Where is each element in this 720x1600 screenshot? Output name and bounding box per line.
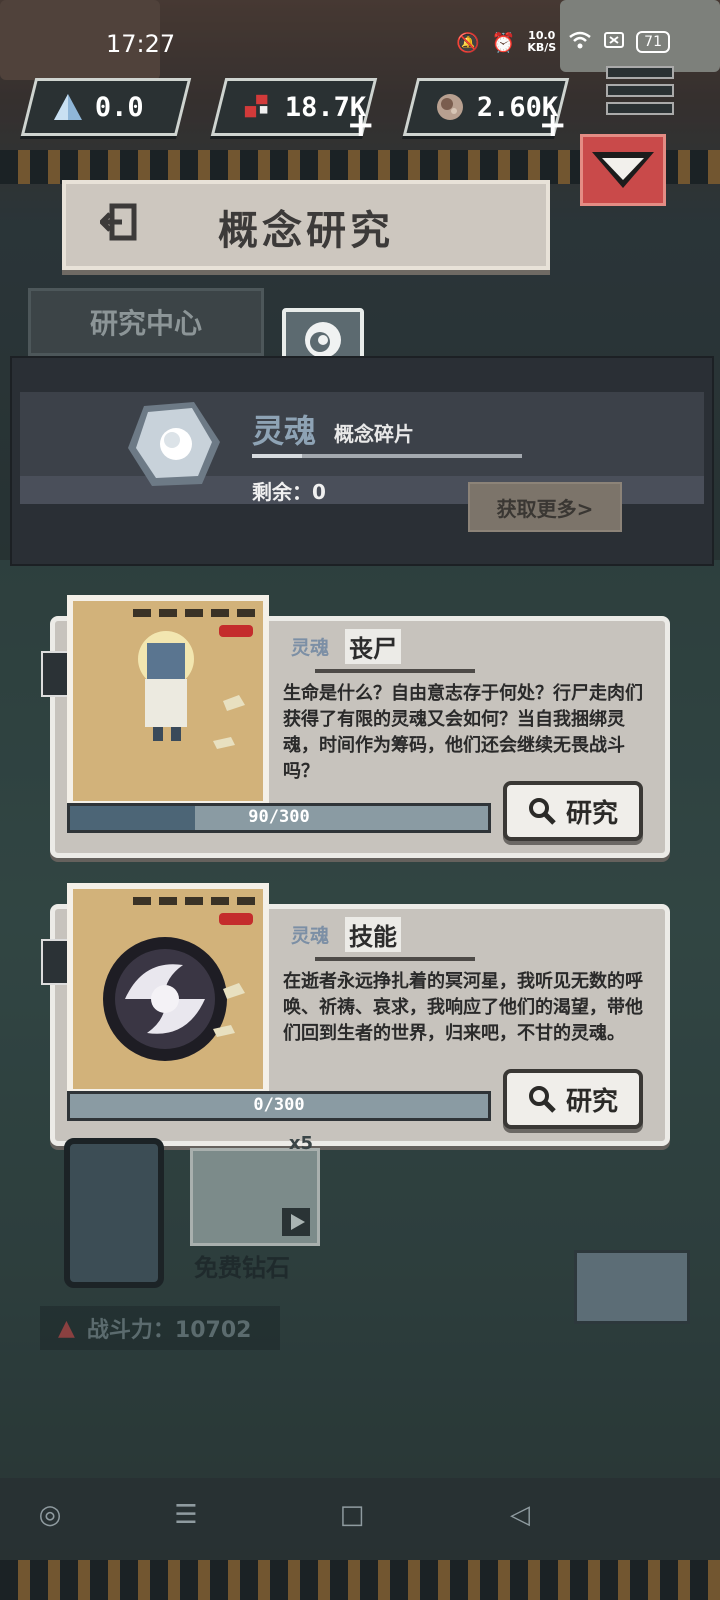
combat-power-label: 战斗力：10702 — [86, 1318, 252, 1343]
soul-crystal-icon — [124, 398, 224, 490]
item-name: 灵魂 — [252, 412, 317, 450]
zombie-figure-icon — [138, 631, 245, 749]
network-speed: 10.0 KB/S — [527, 30, 556, 54]
add-gems-button[interactable]: + — [346, 105, 375, 145]
remaining-count: 剩余：0 — [252, 480, 326, 504]
sim-icon — [604, 31, 625, 53]
menu-line — [606, 102, 674, 115]
status-time: 17:27 — [106, 30, 176, 58]
research-button-label: 研究 — [565, 798, 618, 829]
menu-button[interactable] — [606, 66, 674, 120]
card-description: 在逝者永远挣扎着的冥河星，我听见无数的呼唤、祈祷、哀求，我响应了他们的渴望，带他… — [283, 971, 643, 1044]
resource-pyramid[interactable]: 0.0 — [20, 78, 192, 136]
assistant-button[interactable]: ◎ — [30, 1500, 70, 1540]
menu-line — [606, 84, 674, 97]
resource-value: 0.0 — [95, 91, 144, 123]
pyramid-icon — [53, 92, 83, 122]
progress-label: 0/300 — [253, 1095, 305, 1115]
play-icon — [282, 1208, 310, 1236]
card-title: 技能 — [345, 917, 401, 952]
research-button[interactable]: 研究 — [503, 1069, 643, 1129]
magnifier-icon — [528, 798, 556, 825]
soul-swirl-icon — [305, 322, 341, 358]
back-nav-button[interactable]: ◁ — [500, 1500, 540, 1540]
research-card: 灵魂 丧尸 生命是什么？自由意志存于何处？行尸走肉们获得了有限的灵魂又会如何？当… — [41, 595, 670, 858]
zombie-portrait — [67, 595, 269, 807]
chevron-down-icon — [592, 152, 654, 188]
item-underline — [302, 454, 522, 458]
get-more-button[interactable]: 获取更多> — [468, 482, 622, 532]
wifi-icon — [568, 31, 592, 54]
tab-research-center[interactable]: 研究中心 — [28, 288, 264, 356]
progress-label: 90/300 — [248, 807, 310, 827]
research-button-label: 研究 — [565, 1086, 618, 1117]
status-icons: 🔕 ⏰ 10.0 KB/S 71 — [456, 30, 670, 54]
card-type: 灵魂 — [291, 637, 330, 659]
soul-vortex-icon — [103, 937, 245, 1061]
research-progress-bar: 0/300 — [67, 1091, 491, 1121]
card-title-underline — [315, 669, 475, 673]
map-icon — [574, 1250, 690, 1324]
research-progress-bar: 90/300 — [67, 803, 491, 833]
page-title: 概念研究 — [218, 208, 394, 254]
item-subtitle: 概念碎片 — [334, 422, 414, 446]
combat-power: ▲ 战斗力：10702 — [40, 1306, 280, 1350]
mute-icon: 🔕 — [455, 31, 480, 54]
home-button[interactable]: □ — [332, 1500, 372, 1540]
free-diamond-label: 免费钻石 — [194, 1254, 290, 1282]
recents-button[interactable]: ☰ — [166, 1500, 206, 1540]
video-ad-card: x5 — [190, 1133, 320, 1246]
card-type: 灵魂 — [291, 925, 330, 947]
system-nav-bar: ◎ ☰ □ ◁ — [0, 1478, 720, 1560]
card-title-underline — [315, 957, 475, 961]
skill-portrait — [67, 883, 269, 1095]
phone-icon — [64, 1138, 164, 1288]
resource-ore[interactable]: 2.60K + — [402, 78, 570, 145]
research-button[interactable]: 研究 — [503, 781, 643, 841]
add-ore-button[interactable]: + — [538, 105, 567, 145]
resource-gems[interactable]: 18.7K + — [210, 78, 378, 145]
battery-indicator: 71 — [636, 31, 670, 53]
card-description: 生命是什么？自由意志存于何处？行尸走肉们获得了有限的灵魂又会如何？当自我捆绑灵魂… — [283, 683, 643, 782]
card-title: 丧尸 — [345, 629, 401, 664]
video-badge: x5 — [288, 1133, 313, 1154]
alarm-icon: ⏰ — [491, 31, 516, 54]
title-plate: 概念研究 — [62, 180, 550, 270]
concept-fragment-panel: 灵魂 概念碎片 剩余：0 获取更多> — [10, 356, 714, 566]
menu-line — [606, 66, 674, 79]
collapse-button[interactable] — [580, 134, 666, 206]
research-card: 灵魂 技能 在逝者永远挣扎着的冥河星，我听见无数的呼唤、祈祷、哀求，我响应了他们… — [41, 883, 670, 1146]
gem-cluster-icon — [243, 92, 273, 122]
magnifier-icon — [528, 1086, 556, 1113]
ore-icon — [435, 92, 465, 122]
alert-icon: ▲ — [58, 1315, 75, 1341]
net-speed-unit: KB/S — [527, 41, 557, 54]
